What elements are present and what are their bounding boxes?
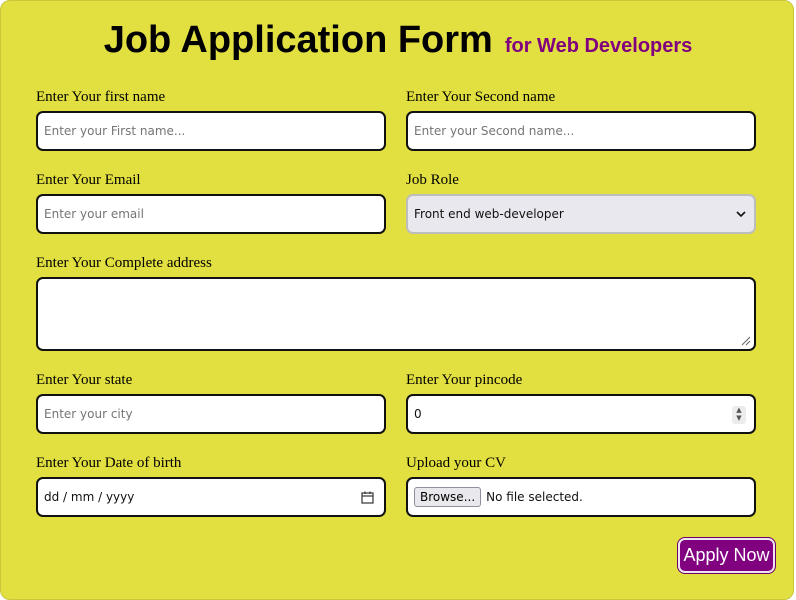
pincode-label: Enter Your pincode [406,372,523,388]
calendar-icon[interactable] [361,491,374,507]
browse-button[interactable]: Browse... [414,487,482,507]
application-form-card: Job Application Form for Web Developers … [0,0,794,600]
dob-placeholder: dd / mm / yyyy [44,490,135,504]
job-role-select[interactable]: Front end web-developer [406,194,756,234]
second-name-placeholder: Enter your Second name... [414,124,575,138]
cv-file-status: No file selected. [486,490,583,504]
pincode-input[interactable]: 0 ▲ ▼ [406,394,756,434]
cv-file-input[interactable]: Browse... No file selected. [406,477,756,517]
apply-now-button[interactable]: Apply Now [678,538,775,573]
job-role-label: Job Role [406,172,459,188]
page-title: Job Application Form [103,19,493,61]
state-input[interactable]: Enter your city [36,394,386,434]
chevron-down-icon [736,207,746,221]
dob-label: Enter Your Date of birth [36,455,182,471]
first-name-placeholder: Enter your First name... [44,124,186,138]
email-placeholder: Enter your email [44,207,144,221]
pincode-value: 0 [414,407,422,421]
state-placeholder: Enter your city [44,407,133,421]
email-label: Enter Your Email [36,172,141,188]
email-input[interactable]: Enter your email [36,194,386,234]
spinner-arrows-icon[interactable]: ▲ ▼ [732,406,746,424]
dob-input[interactable]: dd / mm / yyyy [36,477,386,517]
second-name-input[interactable]: Enter your Second name... [406,111,756,151]
resize-handle-icon[interactable] [739,334,751,346]
second-name-label: Enter Your Second name [406,89,556,105]
job-role-selected: Front end web-developer [414,207,564,221]
page-subtitle: for Web Developers [504,35,693,57]
address-textarea[interactable] [36,277,756,351]
first-name-label: Enter Your first name [36,89,166,105]
address-label: Enter Your Complete address [36,255,212,271]
form-heading: Job Application Form for Web Developers [1,19,795,62]
first-name-input[interactable]: Enter your First name... [36,111,386,151]
state-label: Enter Your state [36,372,133,388]
cv-label: Upload your CV [406,455,506,471]
